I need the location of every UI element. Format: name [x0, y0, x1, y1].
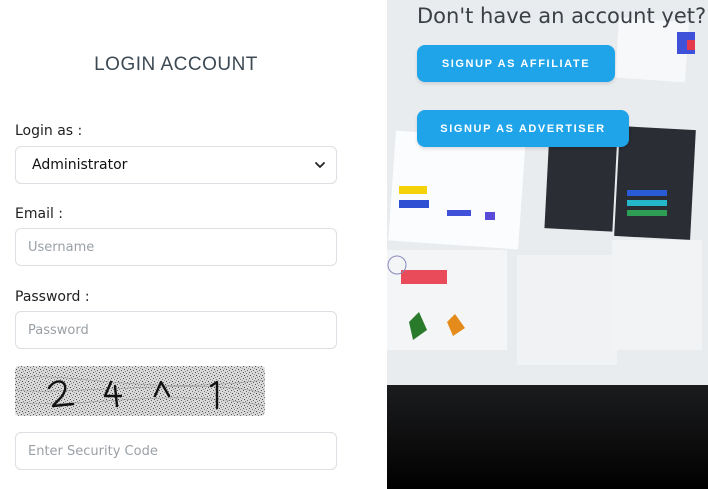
email-label: Email :	[15, 206, 64, 222]
page-title: LOGIN ACCOUNT	[94, 54, 258, 75]
signup-hero: Don't have an account yet? SIGNUP AS AFF…	[387, 0, 708, 489]
login-panel: LOGIN ACCOUNT Login as : Administrator E…	[0, 0, 387, 489]
desk-surface	[387, 385, 708, 489]
signup-advertiser-button[interactable]: SIGNUP AS ADVERTISER	[417, 110, 629, 147]
captcha-image	[15, 366, 265, 416]
signup-affiliate-button[interactable]: SIGNUP AS AFFILIATE	[417, 45, 615, 82]
login-as-value: Administrator	[32, 157, 128, 173]
security-code-field[interactable]	[15, 432, 337, 470]
login-as-label: Login as :	[15, 123, 83, 139]
login-as-select[interactable]: Administrator	[15, 146, 337, 184]
password-label: Password :	[15, 289, 90, 305]
chevron-down-icon	[315, 162, 325, 168]
password-field[interactable]	[15, 311, 337, 349]
email-field[interactable]	[15, 228, 337, 266]
signup-headline: Don't have an account yet?	[417, 4, 707, 28]
